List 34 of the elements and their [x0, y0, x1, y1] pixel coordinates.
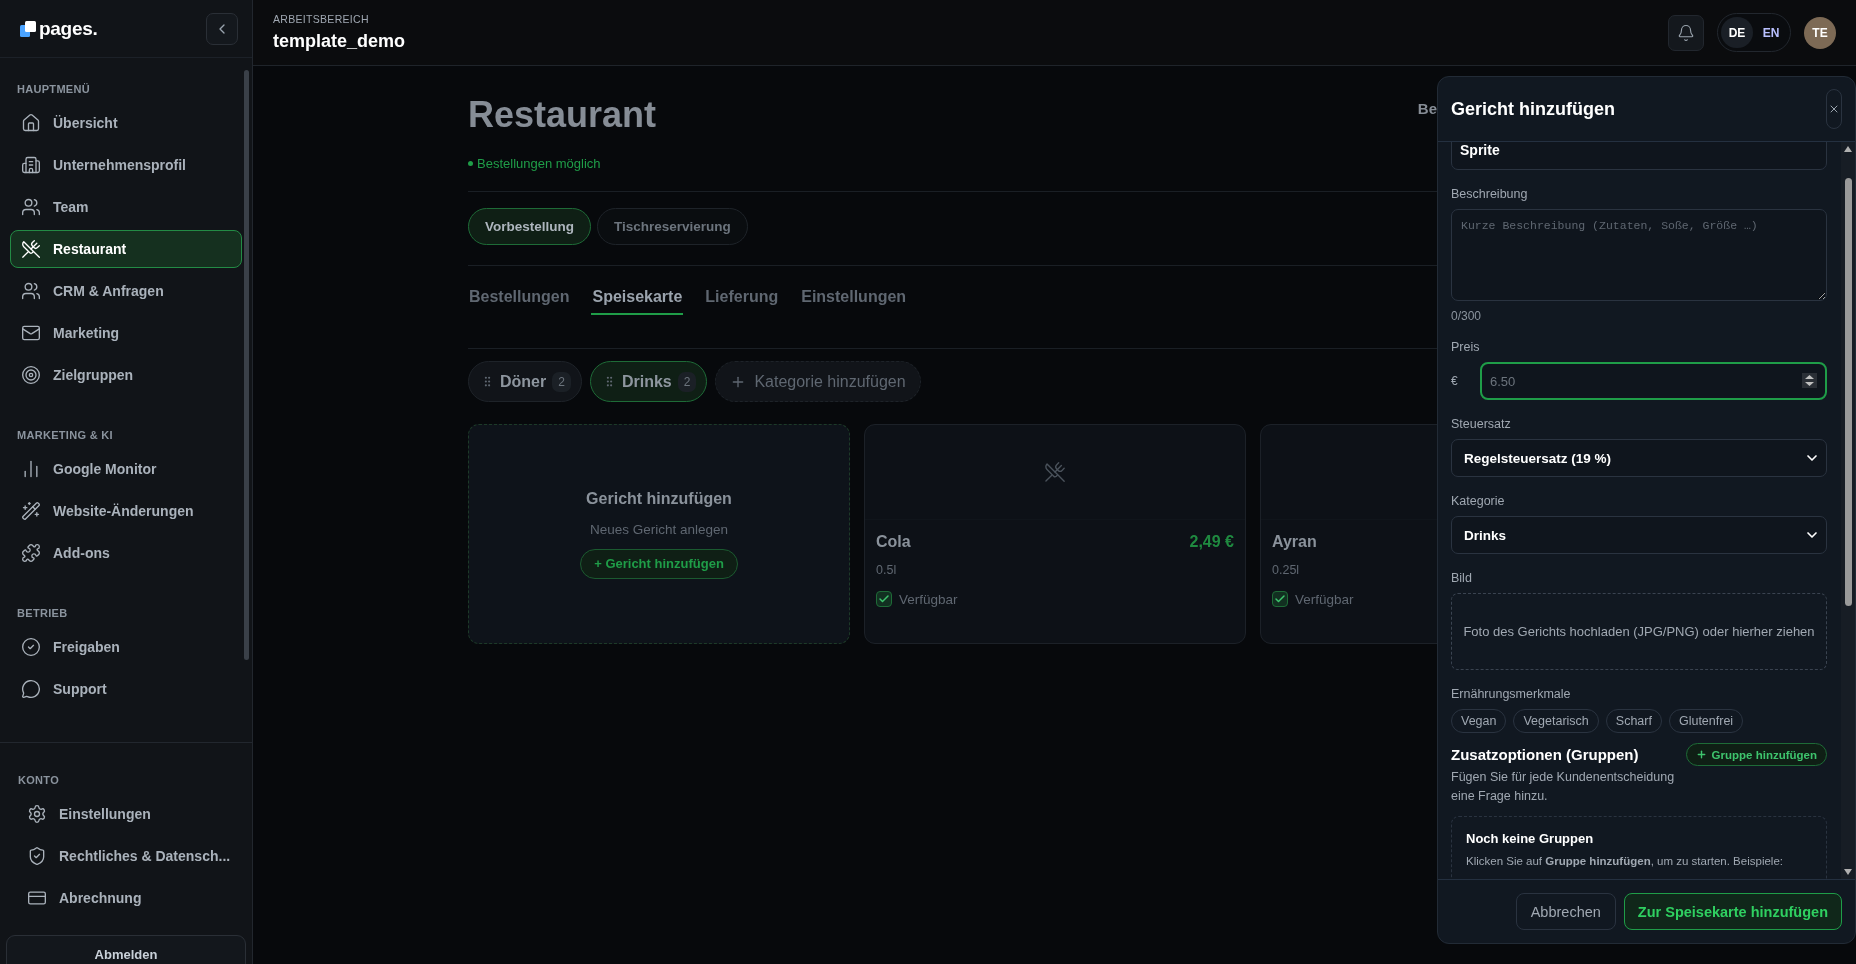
section-title: HAUPTMENÜ	[16, 82, 91, 96]
empty-state-title: Noch keine Gruppen	[1466, 831, 1595, 846]
field-label: Bild	[1451, 571, 1473, 586]
dish-name: Cola	[876, 533, 911, 551]
item-count: 2	[677, 371, 697, 392]
field-label: Steuersatz	[1451, 417, 1512, 432]
section-title: MARKETING & KI	[16, 428, 114, 442]
card-subtitle: Neues Gericht anlegen	[589, 521, 729, 537]
section-title: KONTO	[17, 773, 61, 787]
item-count: 2	[552, 371, 571, 392]
field-label: Ernährungsmerkmale	[1451, 687, 1572, 702]
dish-size: 0.5l	[876, 563, 898, 577]
character-counter: 0/300	[1451, 309, 1483, 323]
availability-label: Verfügbar	[899, 591, 958, 607]
workspace-label: ARBEITSBEREICH	[273, 13, 370, 25]
dish-size: 0.25l	[1272, 563, 1301, 577]
field-label: Kategorie	[1451, 494, 1506, 509]
empty-state-text: Klicken Sie auf Gruppe hinzufügen, um zu starten. Beispiele:	[1466, 854, 1784, 868]
card-title: Gericht hinzufügen	[586, 489, 732, 508]
currency-label: €	[1451, 374, 1458, 388]
section-title: BETRIEB	[16, 606, 69, 620]
logo-text: pages.	[39, 17, 98, 40]
dialog-title: Gericht hinzufügen	[1451, 98, 1615, 120]
stat-label: Be	[1417, 100, 1437, 117]
workspace-name: template_demo	[273, 31, 406, 52]
availability-label: Verfügbar	[1295, 591, 1354, 607]
page-title: Restaurant	[468, 94, 657, 136]
field-label: Preis	[1451, 340, 1481, 355]
dish-price: 2,49 €	[1189, 533, 1234, 551]
section-description: Fügen Sie für jede Kundenentscheidung eine Frage hinzu.	[1451, 769, 1676, 805]
dish-name: Ayran	[1272, 533, 1317, 551]
order-status: Bestellungen möglich	[477, 156, 601, 171]
field-label: Beschreibung	[1451, 187, 1529, 202]
section-heading: Zusatzoptionen (Gruppen)	[1451, 746, 1639, 763]
